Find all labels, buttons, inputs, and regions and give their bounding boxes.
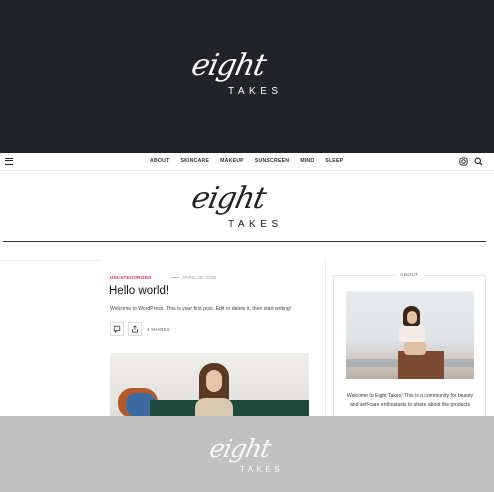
share-count: 4 SHARES <box>147 327 170 332</box>
post-date: APRIL 28, 2020 <box>181 275 217 280</box>
instagram-icon[interactable] <box>459 157 468 166</box>
logo-script: eight <box>206 434 274 463</box>
post-excerpt: Welcome to WordPress. This is your first… <box>110 306 292 312</box>
search-icon[interactable] <box>474 157 483 166</box>
logo-script: eight <box>188 181 269 216</box>
nav-menu: ABOUT SKINCARE MAKEUP SUNSCREEN MIND SLE… <box>150 158 354 164</box>
about-heading-text: ABOUT <box>395 272 424 277</box>
about-image <box>346 291 474 379</box>
header-logo[interactable]: eight TAKES <box>188 181 302 241</box>
nav-item-mind[interactable]: MIND <box>300 158 314 164</box>
logo-word: TAKES <box>240 465 284 474</box>
share-button[interactable] <box>128 322 142 336</box>
post-title[interactable]: Hello world! <box>109 285 169 297</box>
nav-item-makeup[interactable]: MAKEUP <box>220 158 244 164</box>
post-date-wrap: APRIL 28, 2020 <box>169 275 216 280</box>
logo-word: TAKES <box>228 86 283 97</box>
footer-logo: eight TAKES <box>206 434 300 486</box>
nav-item-about[interactable]: ABOUT <box>150 158 169 164</box>
main-nav: ABOUT SKINCARE MAKEUP SUNSCREEN MIND SLE… <box>0 153 494 171</box>
header-logo-band: eight TAKES <box>0 171 494 243</box>
nav-item-sleep[interactable]: SLEEP <box>325 158 343 164</box>
post-meta: UNCATEGORIZED APRIL 28, 2020 <box>110 275 216 280</box>
site-logo[interactable]: eight TAKES <box>188 48 302 112</box>
about-heading: ABOUT <box>333 272 486 277</box>
about-text: Welcome to Eight Takes! This is a commun… <box>346 393 474 408</box>
nav-item-sunscreen[interactable]: SUNSCREEN <box>255 158 289 164</box>
nav-item-skincare[interactable]: SKINCARE <box>180 158 209 164</box>
content-divider <box>325 260 326 420</box>
post-featured-image[interactable] <box>110 353 309 417</box>
comment-button[interactable] <box>110 322 124 336</box>
menu-icon[interactable] <box>5 158 13 165</box>
section-divider <box>0 260 102 261</box>
logo-word: TAKES <box>228 219 283 230</box>
header-divider <box>3 241 486 242</box>
logo-script: eight <box>188 48 269 83</box>
post-category[interactable]: UNCATEGORIZED <box>110 275 152 280</box>
hero-banner: eight TAKES <box>0 0 494 153</box>
footer-banner: eight TAKES <box>0 416 494 492</box>
